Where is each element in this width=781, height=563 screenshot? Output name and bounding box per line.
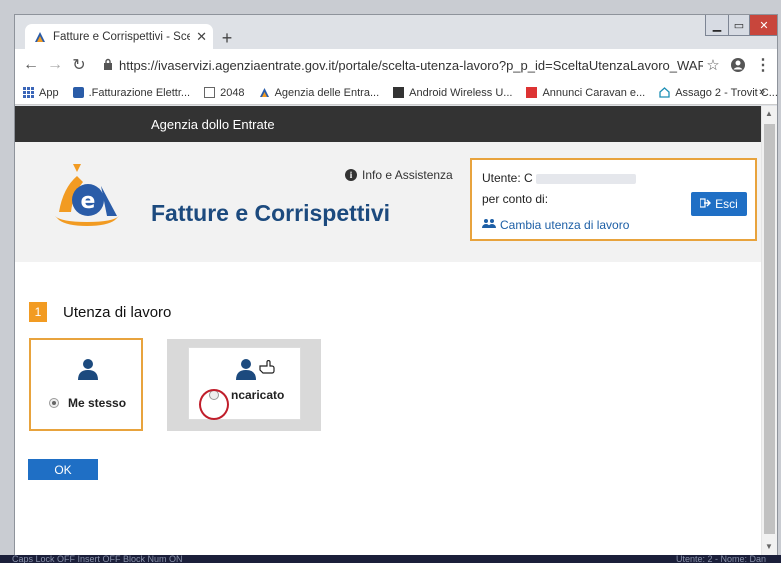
browser-tab[interactable]: Fatture e Corrispettivi - Scelta ut ✕ [25,24,213,49]
bookmarks-more[interactable]: » [759,86,765,98]
menu-kebab-icon[interactable]: ⋮ [753,55,773,75]
exit-button[interactable]: Esci [691,192,747,216]
address-bar[interactable]: https://ivaservizi.agenziaentrate.gov.it… [103,53,703,77]
bookmark-label: .Fatturazione Elettr... [88,86,191,99]
browser-window: Fatture e Corrispettivi - Scelta ut ✕ + … [14,14,778,556]
bookmarks-bar: App .Fatturazione Elettr... 2048 Agenzia… [15,81,777,105]
bookmark-label: Agenzia delle Entra... [274,86,380,99]
forward-arrow-icon[interactable]: → [45,55,65,75]
option-label-me-stesso: Me stesso [68,396,127,410]
android-book-icon [393,87,405,98]
option-label-incaricato: ncaricato [231,388,285,402]
on-behalf-label: per conto di: [482,192,549,206]
bookmark-2048[interactable]: 2048 [204,86,245,99]
bookmark-app[interactable]: App [23,87,59,99]
brand-title: Fatture e Corrispettivi [151,200,390,226]
bookmark-android[interactable]: Android Wireless U... [393,87,512,99]
tab-title: Fatture e Corrispettivi - Scelta ut [53,30,190,43]
bookmark-label: Android Wireless U... [409,86,513,99]
scroll-down-icon[interactable]: ▼ [765,542,773,551]
exit-label: Esci [715,197,738,211]
step-title: Utenza di lavoro [63,304,172,321]
bookmark-app-icon [72,87,84,98]
page-icon [204,87,216,98]
house-icon [659,87,670,98]
ok-button[interactable]: OK [28,459,98,480]
page-viewport: Agenzia dollo Entrate e Fatture e Corris… [15,106,761,555]
info-icon: i [345,169,357,181]
os-status-bar: Caps Lock OFF Insert OFF Block Num ON Ut… [0,555,781,563]
agenzia-logo-icon [259,87,270,98]
svg-text:e: e [81,189,96,214]
tab-strip: Fatture e Corrispettivi - Scelta ut ✕ + … [15,15,777,49]
lock-icon [103,58,113,73]
bookmark-label: 2048 [220,86,245,99]
maximize-icon[interactable]: ▭ [728,15,750,36]
user-label: Utente: C [482,171,533,185]
new-tab-button[interactable]: + [217,28,237,48]
vertical-scrollbar[interactable]: ▲ ▼ [761,106,777,555]
status-bar-right: Utente: 2 - Nome: Dan [676,555,767,563]
star-bookmark-icon[interactable]: ☆ [703,55,723,75]
status-bar-left: Caps Lock OFF Insert OFF Block Num ON [12,555,183,563]
highlight-circle-annotation [199,389,229,420]
info-link[interactable]: i Info e Assistenza [345,168,453,182]
close-window-icon[interactable]: ✕ [749,15,777,36]
step-number-badge: 1 [29,302,47,322]
person-icon [78,359,98,380]
top-bar-title: Agenzia dollo Entrate [151,117,275,132]
change-user-link[interactable]: Cambia utenza di lavoro [482,218,629,232]
info-link-label: Info e Assistenza [362,168,453,182]
person-icon [236,359,256,380]
caravan-icon [526,87,538,98]
user-label-row: Utente: C [482,171,636,185]
user-box: Utente: C per conto di: Cambia utenza di… [470,158,757,241]
bookmark-fatturazione[interactable]: .Fatturazione Elettr... [72,86,191,99]
bookmark-agenzia[interactable]: Agenzia delle Entra... [259,86,380,99]
pointing-hand-icon [259,359,275,377]
bookmark-label: App [39,86,59,99]
back-arrow-icon[interactable]: ← [21,55,41,75]
agenzia-favicon-icon [33,30,47,44]
url-text: https://ivaservizi.agenziaentrate.gov.it… [119,57,703,73]
bookmark-caravan[interactable]: Annunci Caravan e... [526,87,645,99]
sign-out-icon [699,197,712,211]
scrollbar-thumb[interactable] [764,124,775,534]
option-card-me-stesso[interactable]: Me stesso [29,338,143,431]
minimize-icon[interactable]: ▁ [705,15,729,36]
change-user-label: Cambia utenza di lavoro [500,218,630,232]
scroll-up-icon[interactable]: ▲ [765,109,773,118]
close-tab-icon[interactable]: ✕ [196,29,207,45]
browser-toolbar: ← → ↻ https://ivaservizi.agenziaentrate.… [15,49,777,81]
users-icon [482,218,496,232]
reload-icon[interactable]: ↻ [69,55,89,75]
redacted-user-id [535,173,636,184]
radio-me-stesso[interactable] [49,398,59,408]
top-bar: Agenzia dollo Entrate [15,106,761,142]
bookmark-label: Annunci Caravan e... [542,86,646,99]
agenzia-logo-icon: e [47,162,127,226]
apps-grid-icon [23,87,34,98]
profile-icon[interactable] [728,55,748,75]
